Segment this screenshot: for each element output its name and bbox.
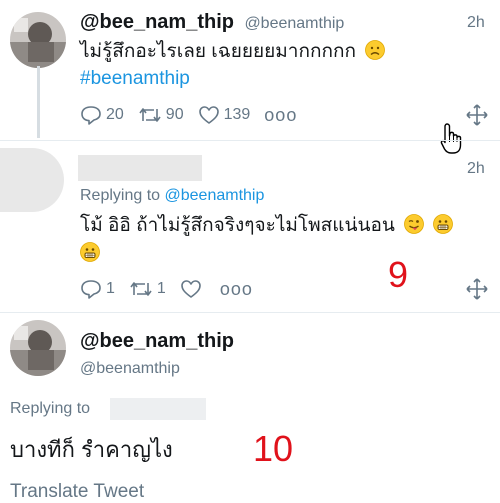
replying-to: Replying to @beenamthip — [80, 187, 264, 205]
thread-line — [37, 66, 40, 138]
more-options-button[interactable]: ooo — [220, 279, 253, 300]
avatar[interactable] — [0, 148, 64, 212]
user-handle[interactable]: @beenamthip — [80, 360, 180, 378]
tweet-text-content: โม้ อิอิ ถ้าไม่รู้สึกจริงๆจะไม่โพสแน่นอน — [80, 215, 395, 236]
tweet-text-content: ไม่รู้สึกอะไรเลย เฉยยยยมากกกกก — [80, 41, 356, 62]
replying-to-handle[interactable]: @beenamthip — [165, 187, 265, 204]
avatar-image — [10, 320, 66, 376]
heart-icon — [181, 280, 201, 298]
reply-icon — [81, 280, 101, 299]
retweet-icon — [139, 108, 161, 122]
tweet-text: บางทีก็ รำคาญไง — [10, 437, 173, 462]
tweet-text: ไม่รู้สึกอะไรเลย เฉยยยยมากกกกก — [80, 38, 386, 65]
reply-button[interactable]: 20 — [80, 105, 124, 125]
like-button[interactable]: 139 — [198, 105, 251, 125]
tweet-header: @bee_nam_thip @beenamthip — [80, 11, 344, 34]
avatar[interactable] — [10, 320, 66, 376]
annotation-number: 10 — [253, 428, 294, 469]
more-options-button[interactable]: ooo — [264, 105, 297, 126]
avatar-image — [10, 12, 66, 68]
replying-to-label: Replying to — [10, 400, 91, 417]
tweet-actions: 1 1 ooo — [80, 276, 267, 302]
display-name[interactable]: @bee_nam_thip — [80, 330, 234, 353]
frown-face-icon — [365, 40, 386, 60]
like-count: 139 — [223, 106, 251, 123]
retweet-button[interactable]: 90 — [138, 105, 184, 125]
replying-to-handle[interactable] — [110, 398, 206, 420]
annotation-number: 9 — [388, 254, 409, 295]
avatar[interactable] — [10, 12, 66, 68]
reply-button[interactable]: 1 — [80, 279, 115, 299]
grimacing-face-icon — [80, 242, 100, 267]
replying-to-label: Replying to — [80, 187, 161, 204]
winking-tongue-face-icon — [404, 214, 425, 234]
retweet-button[interactable]: 1 — [129, 279, 166, 299]
reply-count: 1 — [106, 280, 115, 297]
display-name[interactable]: @bee_nam_thip — [80, 11, 234, 33]
move-icon[interactable] — [466, 104, 488, 131]
retweet-count: 1 — [156, 280, 166, 297]
timestamp[interactable]: 2h — [467, 14, 485, 32]
tweet-text: โม้ อิอิ ถ้าไม่รู้สึกจริงๆจะไม่โพสแน่นอน — [80, 212, 454, 239]
move-icon[interactable] — [466, 278, 488, 305]
translate-tweet-link[interactable]: Translate Tweet — [10, 481, 144, 503]
timestamp[interactable]: 2h — [467, 160, 485, 178]
display-name[interactable] — [78, 155, 202, 181]
tweet-actions: 20 90 139 ooo — [80, 102, 311, 128]
divider — [0, 312, 500, 313]
like-button[interactable] — [180, 279, 206, 299]
hand-cursor-icon — [440, 122, 466, 161]
retweet-count: 90 — [165, 106, 184, 123]
heart-icon — [198, 106, 219, 124]
grimacing-face-icon — [433, 214, 454, 234]
user-handle[interactable]: @beenamthip — [244, 15, 344, 32]
retweet-icon — [130, 282, 152, 296]
divider — [0, 140, 500, 141]
reply-count: 20 — [106, 106, 124, 123]
hashtag-link[interactable]: #beenamthip — [80, 68, 190, 90]
replying-to: Replying to — [10, 400, 90, 418]
reply-icon — [81, 106, 101, 125]
